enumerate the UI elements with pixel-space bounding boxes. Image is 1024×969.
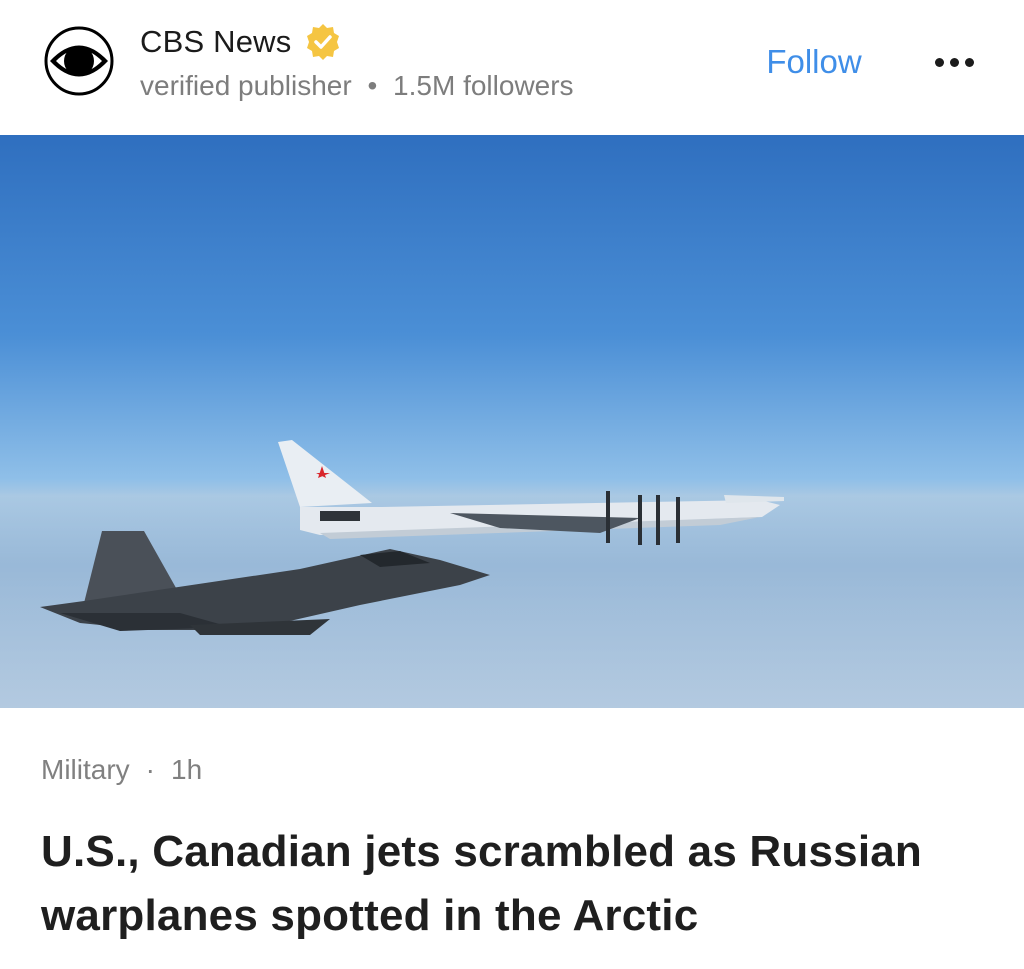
more-icon-dot [964,57,974,67]
publisher-name[interactable]: CBS News [140,24,291,60]
follow-button[interactable]: Follow [756,38,872,86]
more-options-button[interactable] [926,44,982,80]
meta-separator: • [367,70,378,101]
verified-badge-icon [307,24,340,60]
article-headline[interactable]: U.S., Canadian jets scrambled as Russian… [41,820,1001,948]
meta-separator: · [145,754,155,785]
article-category[interactable]: Military [41,754,130,786]
follower-count: 1.5M followers [393,70,574,101]
cbs-eye-logo-icon[interactable] [44,26,114,96]
publisher-meta: verified publisher • 1.5M followers [140,70,574,102]
publisher-name-row[interactable]: CBS News [140,22,343,62]
more-icon-dot [934,57,944,67]
article-hero-image[interactable] [0,135,1024,708]
article-meta: Military · 1h [41,754,202,786]
publisher-type: verified publisher [140,70,352,101]
article-age: 1h [171,754,203,785]
feed-card: CBS News verified publisher • 1.5M follo… [0,0,1024,969]
publisher-header: CBS News verified publisher • 1.5M follo… [0,0,1024,135]
more-icon-dot [949,57,959,67]
